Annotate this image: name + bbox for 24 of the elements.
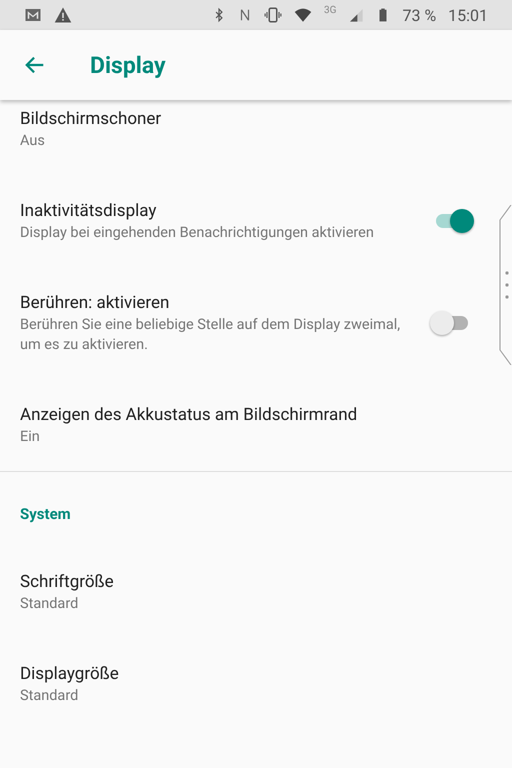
item-title: Displaygröße: [20, 663, 120, 686]
item-title: Inaktivitätsdisplay: [20, 200, 158, 223]
item-summary: Ein: [20, 427, 41, 447]
item-summary: Standard: [20, 594, 80, 614]
network-type: 3G: [324, 5, 336, 16]
clock: 15:01: [448, 6, 488, 24]
mail-icon: [24, 6, 42, 24]
item-title: Berühren: aktivieren: [20, 292, 170, 315]
section-header: System: [20, 505, 71, 523]
item-title: Bildschirmschoner: [20, 108, 162, 131]
edge-panel-handle[interactable]: [498, 205, 512, 365]
item-summary: Display bei eingehenden Benachrichtigungen aktivieren: [20, 223, 375, 243]
battery-level: 73 %: [402, 6, 436, 24]
signal-icon: [348, 7, 364, 23]
item-title: Schriftgröße: [20, 571, 115, 594]
back-button[interactable]: [24, 54, 46, 76]
warning-icon: [54, 6, 72, 24]
wifi-icon: [294, 6, 312, 24]
vibrate-icon: [264, 6, 282, 24]
item-title: Anzeigen des Akkustatus am Bildschirmrand: [20, 404, 358, 427]
page-title: Display: [90, 52, 166, 78]
item-summary: Aus: [20, 131, 46, 151]
item-summary: Berühren Sie eine beliebige Stelle auf dem Display zweimal, um es zu aktivieren.: [20, 315, 402, 355]
item-summary: Standard: [20, 686, 80, 706]
